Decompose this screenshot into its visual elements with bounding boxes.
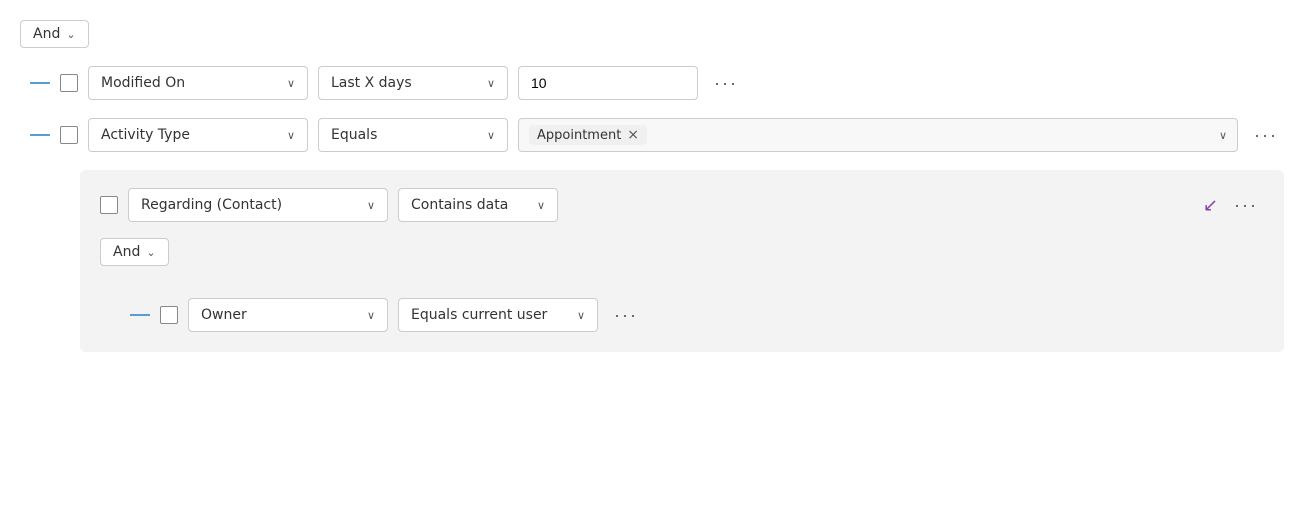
row1-field-chevron: ∨ — [287, 77, 295, 90]
row2-operator-chevron: ∨ — [487, 129, 495, 142]
nested-operator-select[interactable]: Contains data ∨ — [398, 188, 558, 222]
nested-group-row: Regarding (Contact) ∨ Contains data ∨ ↙ … — [100, 188, 1264, 222]
row2-value-field[interactable]: Appointment × ∨ — [518, 118, 1238, 152]
row2-field-select[interactable]: Activity Type ∨ — [88, 118, 308, 152]
row2-more-button[interactable]: ··· — [1248, 121, 1284, 150]
row1-checkbox[interactable] — [60, 74, 78, 92]
row1-operator-label: Last X days — [331, 75, 412, 91]
inner-more-button[interactable]: ··· — [608, 301, 644, 330]
row2-operator-label: Equals — [331, 127, 377, 143]
row1-operator-select[interactable]: Last X days ∨ — [318, 66, 508, 100]
inner-operator-select[interactable]: Equals current user ∨ — [398, 298, 598, 332]
nested-more-button[interactable]: ··· — [1228, 191, 1264, 220]
row1-value-input[interactable] — [518, 66, 698, 100]
row2-checkbox[interactable] — [60, 126, 78, 144]
nested-and-section: And ⌄ — [100, 238, 1264, 284]
nested-field-label: Regarding (Contact) — [141, 197, 282, 213]
row1-connector — [20, 82, 50, 84]
inner-filter-row: Owner ∨ Equals current user ∨ ··· — [120, 298, 1264, 332]
nested-operator-label: Contains data — [411, 197, 508, 213]
inner-checkbox[interactable] — [160, 306, 178, 324]
row1-field-label: Modified On — [101, 75, 185, 91]
nested-and-label: And — [113, 244, 140, 260]
nested-field-select[interactable]: Regarding (Contact) ∨ — [128, 188, 388, 222]
top-and-button[interactable]: And ⌄ — [20, 20, 89, 48]
filter-row-1: Modified On ∨ Last X days ∨ ··· — [20, 66, 1284, 100]
top-and-chevron: ⌄ — [66, 28, 75, 41]
row1-operator-chevron: ∨ — [487, 77, 495, 90]
nested-operator-chevron: ∨ — [537, 199, 545, 212]
row2-tag-label: Appointment — [537, 128, 621, 143]
inner-operator-label: Equals current user — [411, 307, 547, 323]
row2-tag: Appointment × — [529, 125, 647, 145]
nested-and-button[interactable]: And ⌄ — [100, 238, 169, 266]
row2-field-label: Activity Type — [101, 127, 190, 143]
row2-tag-close[interactable]: × — [627, 127, 639, 143]
row2-field-chevron: ∨ — [287, 129, 295, 142]
nested-field-chevron: ∨ — [367, 199, 375, 212]
nested-group: Regarding (Contact) ∨ Contains data ∨ ↙ … — [80, 170, 1284, 352]
collapse-icon[interactable]: ↙ — [1203, 195, 1218, 216]
row1-more-button[interactable]: ··· — [708, 69, 744, 98]
inner-field-chevron: ∨ — [367, 309, 375, 322]
row2-operator-select[interactable]: Equals ∨ — [318, 118, 508, 152]
inner-field-select[interactable]: Owner ∨ — [188, 298, 388, 332]
inner-connector — [120, 314, 150, 316]
filter-row-2: Activity Type ∨ Equals ∨ Appointment × ∨… — [20, 118, 1284, 152]
row2-value-chevron: ∨ — [1219, 129, 1227, 142]
inner-operator-chevron: ∨ — [577, 309, 585, 322]
nested-and-chevron: ⌄ — [146, 246, 155, 259]
row1-field-select[interactable]: Modified On ∨ — [88, 66, 308, 100]
inner-field-label: Owner — [201, 307, 247, 323]
row2-connector — [20, 134, 50, 136]
top-and-label: And — [33, 26, 60, 42]
nested-checkbox[interactable] — [100, 196, 118, 214]
